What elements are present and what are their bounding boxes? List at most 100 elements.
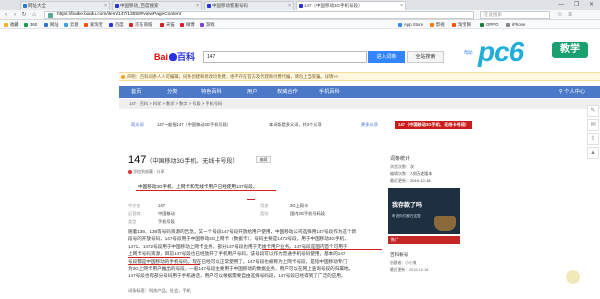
folder-icon <box>4 22 8 27</box>
apple-icon <box>398 22 402 27</box>
bookmark-item[interactable]: 影视 <box>430 21 445 28</box>
current-meaning-badge[interactable]: 147（中国移动3G手机、无线卡号段） <box>395 121 473 129</box>
site-icon <box>160 22 164 27</box>
basic-info-row: 中文名 147 <box>128 203 165 208</box>
paw-icon <box>299 4 303 8</box>
nav-category[interactable]: 分类 <box>167 86 177 98</box>
red-annotation-underline <box>128 264 200 265</box>
bookmark-item[interactable]: 京东商城 <box>129 21 152 28</box>
bookmark-item[interactable]: 爱淘宝 <box>84 21 103 28</box>
ad-footer-bar[interactable]: 推广 <box>388 236 460 244</box>
edit-icon[interactable]: ✎ <box>587 105 599 117</box>
tab-4-active[interactable]: 147（中国移动3G手机号段） × <box>296 1 406 10</box>
watermark-logo: pc6 <box>478 36 524 67</box>
browser-search-input[interactable]: 在此搜索 <box>480 11 550 19</box>
close-icon[interactable]: × <box>104 2 107 10</box>
site-icon <box>24 22 28 27</box>
close-icon[interactable]: × <box>196 2 199 10</box>
article-tools[interactable]: 添加到收藏 · 分享 <box>128 169 165 175</box>
nav-users[interactable]: 用户 <box>247 86 257 98</box>
refresh-icon[interactable]: ↻ <box>20 11 28 19</box>
bookmark-item[interactable]: 360 <box>24 21 37 28</box>
ad-banner[interactable]: 我存款了吗 听说你们都在这里 <box>388 188 460 234</box>
bookmark-item[interactable]: 微博 <box>180 21 195 28</box>
basic-info-row: 用途 3G上网卡 <box>260 203 309 208</box>
bookmark-item[interactable]: App Store <box>398 21 423 28</box>
bookmark-item[interactable]: iPhone <box>506 21 525 28</box>
url-input[interactable]: https://baike.baidu.com/item/147/13558#v… <box>44 11 474 19</box>
menu-icon[interactable]: ≡ <box>566 11 574 19</box>
comment-icon[interactable]: ✉ <box>587 119 599 131</box>
update-line: 最近更新：2019-12-18 <box>390 268 429 272</box>
search-input[interactable]: 147 <box>203 51 367 63</box>
site-icon <box>44 22 48 27</box>
tab-label: 中国移动客服号码 <box>212 3 248 8</box>
ad-image <box>434 216 456 231</box>
stat-row: 编辑次数：7次历史版本 <box>390 171 433 176</box>
bookmark-item[interactable]: 游戏 <box>200 21 215 28</box>
top-icon[interactable]: ▲ <box>587 147 599 159</box>
site-icon <box>180 22 184 27</box>
mascot-avatar[interactable] <box>566 270 580 284</box>
share-icon[interactable]: ⇪ <box>587 133 599 145</box>
nav-authority[interactable]: 权威合作 <box>277 86 298 98</box>
tab-2[interactable]: 中国移动_百度搜索 × <box>112 1 202 10</box>
nav-mobile[interactable]: 手机百科 <box>319 86 340 98</box>
lock-icon <box>48 13 53 18</box>
tab-label: 中国移动_百度搜索 <box>120 3 159 8</box>
red-annotation-underline <box>262 249 382 250</box>
ad-headline: 我存款了吗 <box>392 203 423 209</box>
page-title: 147（中国移动3G手机、无线卡号段） <box>128 154 239 166</box>
site-icon <box>84 22 88 27</box>
screen: 网址大全 × 中国移动_百度搜索 × 中国移动客服号码 × 147（中国移动3G… <box>0 0 600 299</box>
tab-label: 147（中国移动3G手机号段） <box>304 3 363 8</box>
main-nav: 首页 分类 特色百科 用户 权威合作 手机百科 ⚲ 个人中心 <box>119 86 600 98</box>
site-icon <box>129 22 133 27</box>
favorite-icon <box>128 169 132 174</box>
nav-featured[interactable]: 特色百科 <box>201 86 222 98</box>
bookmark-item[interactable]: 网址 <box>44 21 59 28</box>
tab-1[interactable]: 网址大全 × <box>20 1 110 10</box>
polysemy-text: 本词条是多义词，共3个义项 <box>269 121 322 129</box>
window-controls[interactable]: — ❐ ✕ <box>558 1 598 9</box>
site-search-button[interactable]: 全站搜索 <box>407 51 444 63</box>
watermark-tag: 教学 <box>552 42 588 58</box>
basic-info-row: 运营商 中国移动 <box>128 211 175 216</box>
close-icon[interactable]: × <box>288 2 291 10</box>
warning-icon <box>121 74 125 79</box>
basic-info-row: 类别 国内3G手机号码段 <box>260 211 325 216</box>
bookmarks-bar: 收藏 360 网址 云盘 爱淘宝 百度 京东商城 天猫 微博 游戏 App St… <box>0 20 600 29</box>
star-icon[interactable]: ☆ <box>556 11 564 19</box>
apple-icon <box>506 22 510 27</box>
nav-home[interactable]: 首页 <box>131 86 141 98</box>
edit-button[interactable]: 编辑 <box>256 156 271 163</box>
url-text: https://baike.baidu.com/item/147/13558#v… <box>57 12 182 17</box>
paw-icon <box>115 4 119 8</box>
tab-3[interactable]: 中国移动客服号码 × <box>204 1 294 10</box>
bookmark-item[interactable]: 云盘 <box>64 21 79 28</box>
site-icon <box>430 22 434 27</box>
synonym-link[interactable]: 同义词 <box>131 121 144 129</box>
sidebar-title: 词条统计 <box>390 156 411 162</box>
nav-personal[interactable]: ⚲ 个人中心 <box>559 86 585 98</box>
bookmark-item[interactable]: 天猫 <box>160 21 175 28</box>
forward-icon[interactable]: › <box>11 11 19 19</box>
more-meanings-link[interactable]: 更多义项 <box>361 121 378 129</box>
close-icon[interactable]: × <box>400 2 403 10</box>
pc6-watermark: pc6 教学 <box>468 36 600 76</box>
entry-tags: 词条标签：科技产品，社会，手机 <box>128 288 191 293</box>
notice-banner: 声明：百科词条人人可编辑，词条创建和修改均免费，绝不存在官方及代理商付费代编，请… <box>119 72 600 81</box>
bookmark-item[interactable]: 百度 <box>109 21 124 28</box>
bookmark-item[interactable]: 收藏 <box>4 21 19 28</box>
back-icon[interactable]: ‹ <box>2 11 10 19</box>
ad-subtitle: 听说你们都在这里 <box>392 214 421 218</box>
paw-icon <box>168 53 177 61</box>
address-bar-row: ‹ › ↻ ⌂ https://baike.baidu.com/item/147… <box>0 10 600 20</box>
bookmark-item[interactable]: OPPO <box>480 21 498 28</box>
bookmark-item[interactable]: 淘宝网 <box>452 21 471 28</box>
baidu-baike-logo[interactable]: Bai 百科 <box>154 50 195 63</box>
creator-line: 创建者：小小鬼 <box>390 261 417 265</box>
enter-entry-button[interactable]: 进入词条 <box>368 51 405 63</box>
paw-icon <box>109 22 113 27</box>
home-icon[interactable]: ⌂ <box>30 11 38 19</box>
